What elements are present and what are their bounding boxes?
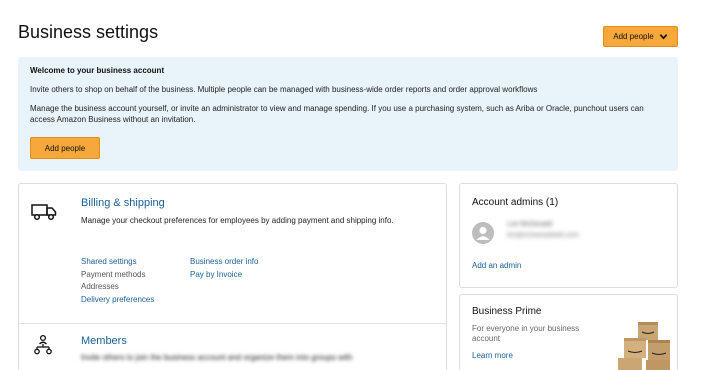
page-title: Business settings (18, 22, 159, 42)
addresses-text: Addresses (81, 282, 119, 291)
admin-name: Lori McDonald (507, 221, 553, 228)
chevron-down-icon (659, 34, 667, 40)
welcome-text-1: Invite others to shop on behalf of the b… (30, 85, 538, 94)
people-network-icon (34, 334, 52, 355)
members-link[interactable]: Members (81, 335, 127, 347)
business-prime-title: Business Prime (472, 306, 542, 317)
business-prime-card: Business Prime For everyone in your busi… (459, 294, 678, 370)
delivery-preferences-link[interactable]: Delivery preferences (81, 294, 154, 307)
pay-by-invoice-link[interactable]: Pay by Invoice (190, 269, 258, 282)
shipping-boxes-illustration (618, 322, 670, 370)
welcome-text-2: Manage the business account yourself, or… (30, 104, 644, 124)
business-prime-description: For everyone in your business account (472, 324, 580, 343)
business-order-info-link[interactable]: Business order info (190, 256, 258, 269)
avatar-icon (472, 222, 494, 244)
add-people-dropdown-label: Add people (613, 32, 654, 41)
account-admins-card: Account admins (1) Lori McDonald lori@ri… (459, 183, 678, 288)
billing-members-card: Billing & shipping Manage your checkout … (18, 183, 447, 370)
card-divider (19, 323, 446, 324)
billing-links-col-2: Business order info Pay by Invoice (190, 256, 258, 281)
payment-methods-text: Payment methods (81, 269, 146, 279)
welcome-title: Welcome to your business account (30, 66, 165, 75)
billing-description: Manage your checkout preferences for emp… (81, 216, 394, 225)
shared-settings-link[interactable]: Shared settings (81, 256, 154, 269)
add-admin-link[interactable]: Add an admin (472, 261, 521, 270)
billing-shipping-link[interactable]: Billing & shipping (81, 197, 165, 209)
admin-email: lori@richwoodwell.com (507, 232, 579, 239)
billing-links-col-1: Shared settings Payment methods Addresse… (81, 256, 154, 306)
add-people-dropdown-button[interactable]: Add people (603, 26, 678, 47)
add-people-button[interactable]: Add people (30, 137, 100, 159)
truck-icon (31, 204, 57, 221)
welcome-banner: Welcome to your business account Invite … (18, 57, 678, 171)
learn-more-link[interactable]: Learn more (472, 351, 513, 360)
account-admins-title: Account admins (1) (472, 197, 559, 208)
members-description: Invite others to join the business accou… (81, 353, 353, 362)
